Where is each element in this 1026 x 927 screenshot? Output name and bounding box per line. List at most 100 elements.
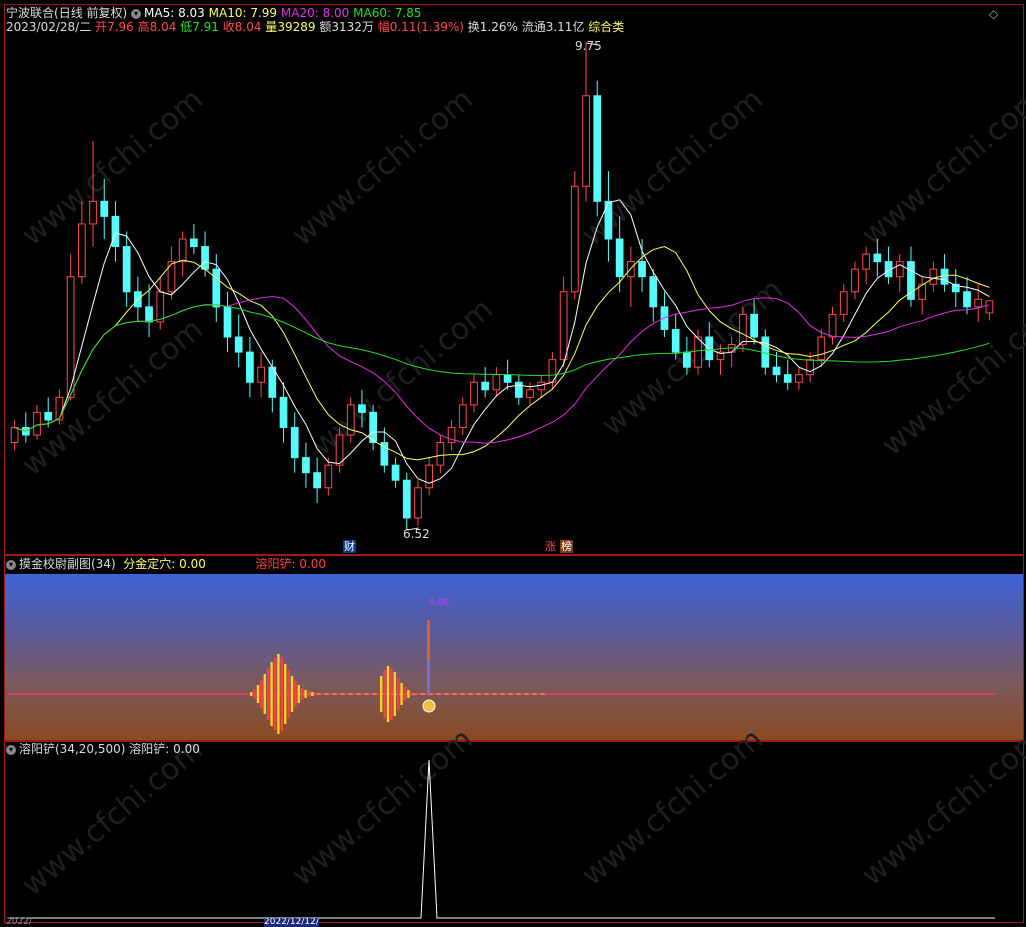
sub1-bar bbox=[280, 657, 283, 731]
candle-up bbox=[414, 487, 422, 519]
turnover-label: 换1.26% bbox=[467, 20, 518, 34]
candle-up bbox=[862, 253, 871, 270]
candle-down bbox=[358, 404, 366, 413]
low-price-marker: 6.52 bbox=[403, 527, 430, 541]
sub1-bar bbox=[407, 690, 410, 698]
sub1-bar bbox=[270, 662, 273, 726]
candle-down bbox=[279, 396, 288, 428]
candle-down bbox=[963, 291, 971, 308]
amount-value: 3132万 bbox=[331, 20, 374, 34]
candle-down bbox=[873, 253, 882, 263]
candle-down bbox=[638, 261, 646, 278]
change-label: 幅 bbox=[377, 20, 390, 34]
candle-up bbox=[10, 426, 19, 444]
sub1-bar bbox=[386, 666, 390, 722]
sub1-bar bbox=[311, 692, 314, 696]
candle-up bbox=[77, 223, 86, 278]
sub1-header: ▾ 摸金校尉副图(34) 分金定穴: 0.00 溶阳铲: 0.00 bbox=[6, 557, 326, 571]
high-price-marker: 9.75 bbox=[575, 39, 602, 53]
candle-down bbox=[201, 246, 209, 270]
bang-tag[interactable]: 榜 bbox=[560, 540, 573, 553]
candle-up bbox=[895, 261, 904, 278]
candle-up bbox=[156, 291, 165, 323]
candle-down bbox=[503, 374, 512, 383]
candle-down bbox=[402, 479, 411, 519]
candle-up bbox=[839, 291, 848, 315]
candle-down bbox=[246, 351, 254, 383]
close-value: 8.04 bbox=[234, 20, 262, 34]
candle-up bbox=[985, 300, 994, 314]
stock-name: 宁波联合 bbox=[6, 6, 55, 20]
sub1-bar bbox=[314, 693, 317, 695]
diamond-icon[interactable]: ◇ bbox=[989, 7, 998, 21]
candle-down bbox=[772, 366, 781, 376]
sub2-header: ▾ 溶阳铲(34,20,500) 溶阳铲: 0.00 bbox=[6, 742, 200, 756]
sub1-bar bbox=[260, 680, 263, 708]
ma5-label: MA5: 8.03 bbox=[144, 6, 205, 20]
candle-up bbox=[570, 185, 579, 293]
candle-up bbox=[795, 374, 803, 383]
candle-up bbox=[974, 298, 983, 308]
candle-down bbox=[369, 411, 378, 444]
candle-up bbox=[178, 238, 187, 263]
high-value: 8.04 bbox=[149, 20, 177, 34]
candle-down bbox=[683, 351, 691, 368]
candle-down bbox=[514, 381, 523, 398]
sub1-bar bbox=[307, 691, 311, 697]
candle-up bbox=[324, 464, 333, 489]
close-label: 收 bbox=[222, 20, 235, 34]
amount-label: 额 bbox=[319, 20, 332, 34]
candle-down bbox=[122, 246, 131, 293]
volume-value: 39289 bbox=[277, 20, 316, 34]
sub1-bar bbox=[304, 690, 307, 698]
candle-up bbox=[559, 291, 568, 361]
volume-label: 量 bbox=[265, 20, 278, 34]
candle-down bbox=[313, 472, 321, 489]
candle-down bbox=[593, 95, 602, 202]
candle-down bbox=[302, 457, 310, 474]
sub1-collapse-icon[interactable]: ▾ bbox=[6, 559, 16, 570]
candle-down bbox=[481, 381, 490, 391]
candle-up bbox=[739, 313, 747, 346]
sub1-bar bbox=[297, 685, 300, 703]
open-value: 7.96 bbox=[107, 20, 134, 34]
money-bag-icon bbox=[422, 699, 436, 713]
sub1-bar bbox=[393, 672, 396, 716]
sub2-collapse-icon[interactable]: ▾ bbox=[6, 744, 16, 755]
ma20-label: MA20: 8.00 bbox=[280, 6, 350, 20]
candle-up bbox=[257, 366, 265, 383]
ma10-line bbox=[14, 246, 990, 461]
candle-down bbox=[750, 313, 758, 338]
sub1-bar bbox=[253, 689, 256, 699]
sub1-title[interactable]: 摸金校尉副图(34) bbox=[19, 557, 116, 571]
ma60-line bbox=[14, 304, 990, 432]
sub1-bar bbox=[290, 676, 294, 712]
sub1-bar bbox=[267, 668, 270, 720]
sub1-bar bbox=[294, 681, 297, 707]
sub1-bar bbox=[287, 670, 290, 718]
candle-up bbox=[470, 381, 478, 406]
sub1-bar bbox=[397, 678, 400, 710]
candle-up bbox=[436, 442, 445, 466]
candle-up bbox=[89, 200, 97, 225]
candle-down bbox=[190, 238, 198, 248]
finance-tag[interactable]: 财 bbox=[343, 540, 356, 553]
sub1-bar bbox=[263, 674, 266, 714]
sub1-label2: 溶阳铲: 0.00 bbox=[255, 557, 327, 571]
candle-up bbox=[335, 434, 344, 466]
collapse-icon[interactable]: ▾ bbox=[131, 8, 142, 19]
candle-up bbox=[425, 464, 434, 489]
candle-down bbox=[783, 374, 792, 383]
sub1-spike-lower bbox=[427, 660, 430, 694]
sub2-title[interactable]: 溶阳铲(34,20,500) bbox=[19, 742, 125, 756]
category-label[interactable]: 综合类 bbox=[588, 20, 624, 34]
ma10-label: MA10: 7.99 bbox=[208, 6, 278, 20]
candle-up bbox=[929, 268, 938, 285]
candle-up bbox=[851, 268, 859, 293]
header-line2: 2023/02/28/二 开7.96 高8.04 低7.91 收8.04 量39… bbox=[6, 20, 624, 34]
candle-down bbox=[100, 200, 109, 217]
candle-down bbox=[234, 336, 243, 353]
header-line1: 宁波联合(日线 前复权) ▾ MA5: 8.03 MA10: 7.99 MA20:… bbox=[6, 6, 422, 20]
zhang-tag[interactable]: 涨 bbox=[544, 540, 557, 553]
change-value: 0.11(1.39%) bbox=[389, 20, 464, 34]
